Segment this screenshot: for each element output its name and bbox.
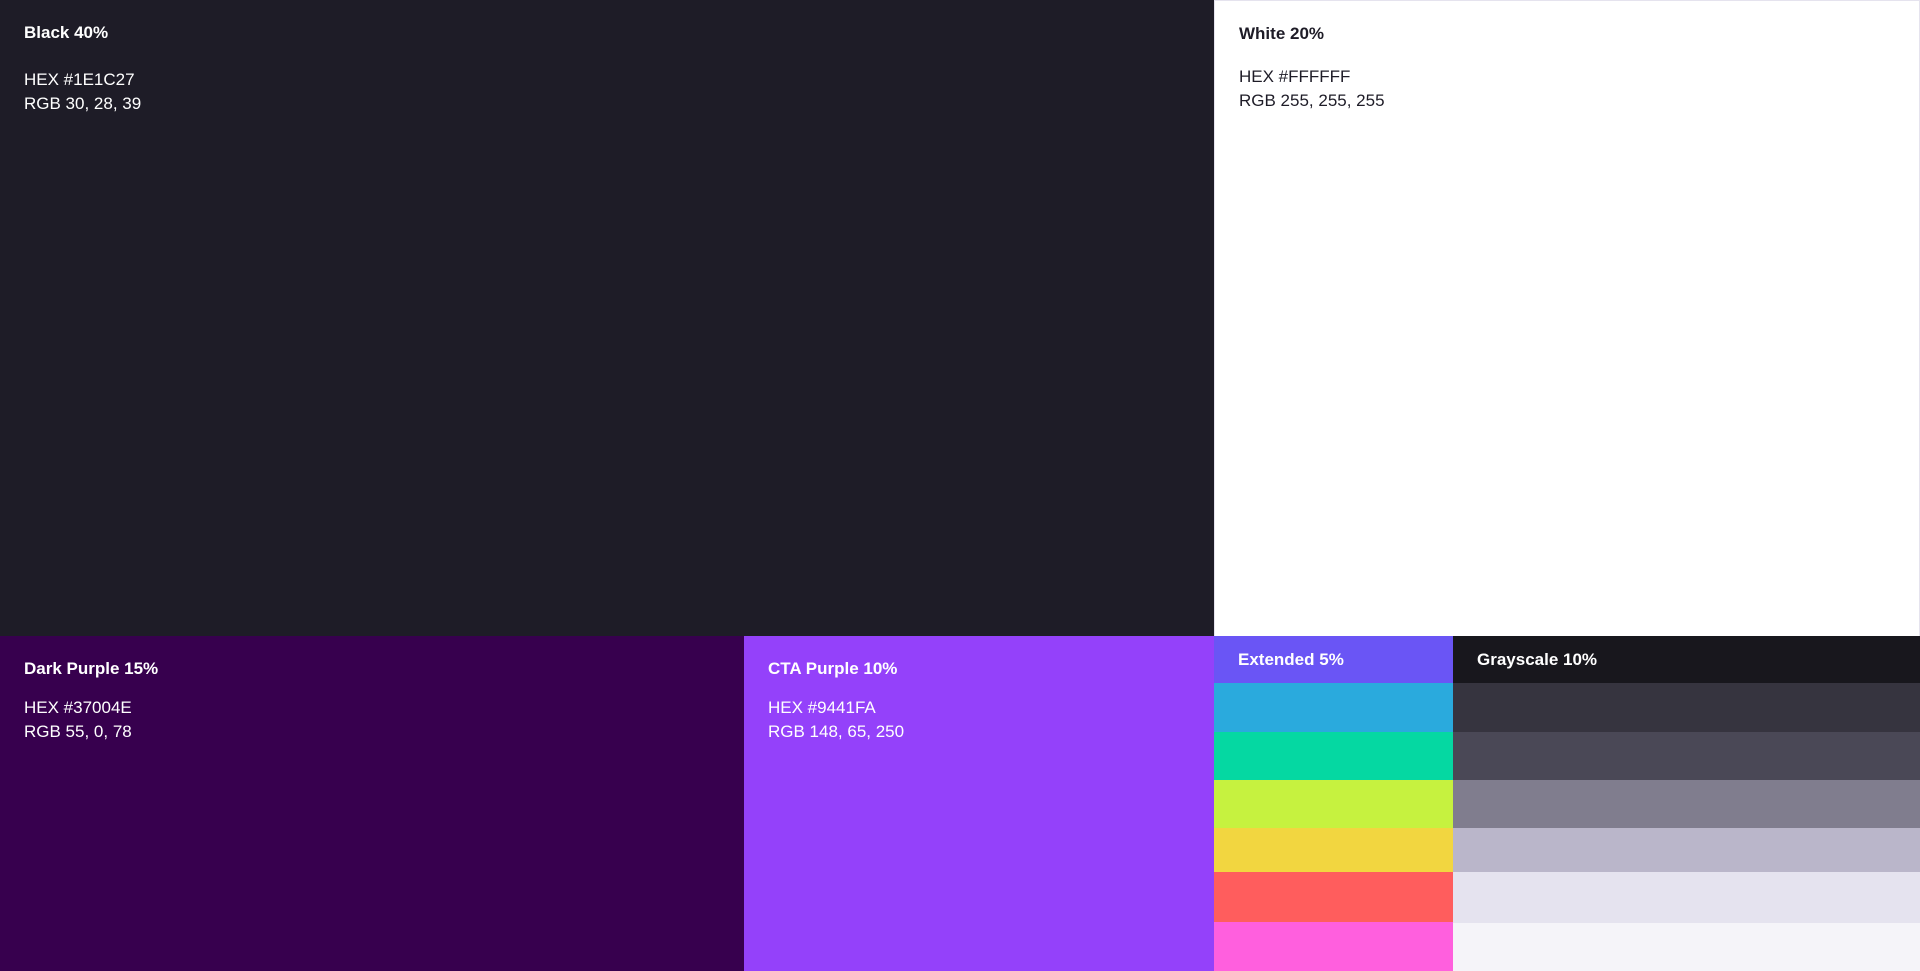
- extended-label: Extended 5%: [1238, 650, 1344, 669]
- swatch-dark-purple: Dark Purple 15% HEX #37004E RGB 55, 0, 7…: [0, 636, 744, 971]
- grayscale-palette: Grayscale 10%: [1453, 636, 1920, 971]
- swatch-hex: HEX #FFFFFF: [1239, 67, 1351, 86]
- swatch-cta-purple: CTA Purple 10% HEX #9441FA RGB 148, 65, …: [744, 636, 1214, 971]
- grayscale-band: [1453, 828, 1920, 872]
- grayscale-band: [1453, 732, 1920, 780]
- swatch-label: White 20%: [1239, 24, 1325, 43]
- grayscale-band: [1453, 872, 1920, 923]
- swatch-label: CTA Purple 10%: [768, 659, 898, 678]
- extended-band: [1214, 872, 1453, 922]
- extended-band: [1214, 683, 1453, 732]
- swatch-rgb: RGB 55, 0, 78: [24, 722, 132, 741]
- grayscale-band: [1453, 780, 1920, 828]
- swatch-rgb: RGB 255, 255, 255: [1239, 91, 1385, 110]
- extended-band: [1214, 780, 1453, 828]
- extended-band: [1214, 828, 1453, 872]
- swatch-white: White 20% HEX #FFFFFF RGB 255, 255, 255: [1214, 0, 1920, 636]
- color-palette: Black 40% HEX #1E1C27 RGB 30, 28, 39 Whi…: [0, 0, 1920, 971]
- swatch-hex: HEX #37004E: [24, 698, 132, 717]
- swatch-rgb: RGB 148, 65, 250: [768, 722, 905, 741]
- grayscale-band: [1453, 683, 1920, 732]
- extended-band: [1214, 732, 1453, 780]
- swatch-black: Black 40% HEX #1E1C27 RGB 30, 28, 39: [0, 0, 1214, 636]
- extended-palette: Extended 5%: [1214, 636, 1453, 971]
- swatch-hex: HEX #9441FA: [768, 698, 876, 717]
- extended-band: Extended 5%: [1214, 636, 1453, 683]
- swatch-label: Dark Purple 15%: [24, 659, 159, 678]
- swatch-hex: HEX #1E1C27: [24, 70, 135, 89]
- extended-band: [1214, 922, 1453, 971]
- swatch-label: Black 40%: [24, 23, 109, 42]
- grayscale-band: [1453, 923, 1920, 971]
- grayscale-label: Grayscale 10%: [1477, 650, 1598, 669]
- grayscale-band: Grayscale 10%: [1453, 636, 1920, 683]
- swatch-rgb: RGB 30, 28, 39: [24, 94, 142, 113]
